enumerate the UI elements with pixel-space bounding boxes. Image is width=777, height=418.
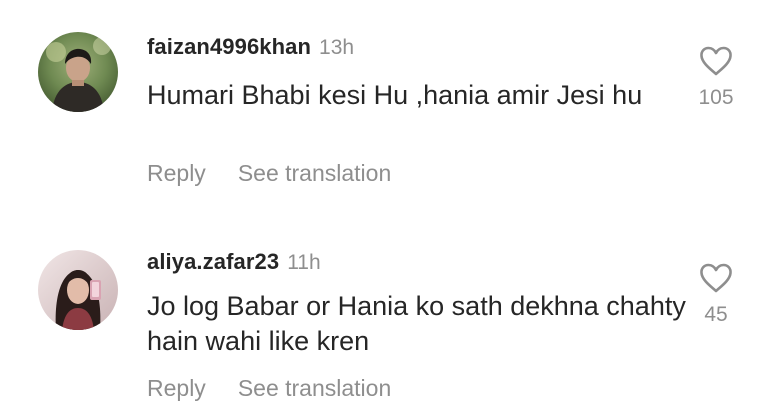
timestamp: 13h xyxy=(319,36,355,59)
heart-outline-icon[interactable] xyxy=(699,263,733,293)
see-translation-button[interactable]: See translation xyxy=(238,375,391,402)
comment-actions: Reply See translation xyxy=(147,375,391,402)
comment-header: aliya.zafar23 11h xyxy=(147,249,321,275)
username[interactable]: aliya.zafar23 xyxy=(147,249,279,274)
avatar[interactable] xyxy=(38,32,118,112)
comment-text: Humari Bhabi kesi Hu ,hania amir Jesi hu xyxy=(147,80,643,110)
comment-item: aliya.zafar23 11h Jo log Babar or Hania k… xyxy=(0,209,777,418)
comment-actions: Reply See translation xyxy=(147,160,391,187)
like-control: 45 xyxy=(680,263,752,327)
timestamp: 11h xyxy=(287,251,321,274)
reply-button[interactable]: Reply xyxy=(147,160,206,187)
comment-item: faizan4996khan 13h Humari Bhabi kesi Hu ,… xyxy=(0,0,777,209)
comment-header: faizan4996khan 13h xyxy=(147,34,354,60)
user-avatar-man-icon xyxy=(38,32,118,112)
like-control: 105 xyxy=(680,46,752,110)
username[interactable]: faizan4996khan xyxy=(147,34,311,59)
like-count: 105 xyxy=(698,86,734,109)
avatar[interactable] xyxy=(38,250,118,330)
user-avatar-woman-icon xyxy=(38,250,118,330)
see-translation-button[interactable]: See translation xyxy=(238,160,391,187)
heart-outline-icon[interactable] xyxy=(699,46,733,76)
like-count: 45 xyxy=(704,303,728,326)
reply-button[interactable]: Reply xyxy=(147,375,206,402)
comment-text: Jo log Babar or Hania ko sath dekhna cha… xyxy=(147,291,686,356)
